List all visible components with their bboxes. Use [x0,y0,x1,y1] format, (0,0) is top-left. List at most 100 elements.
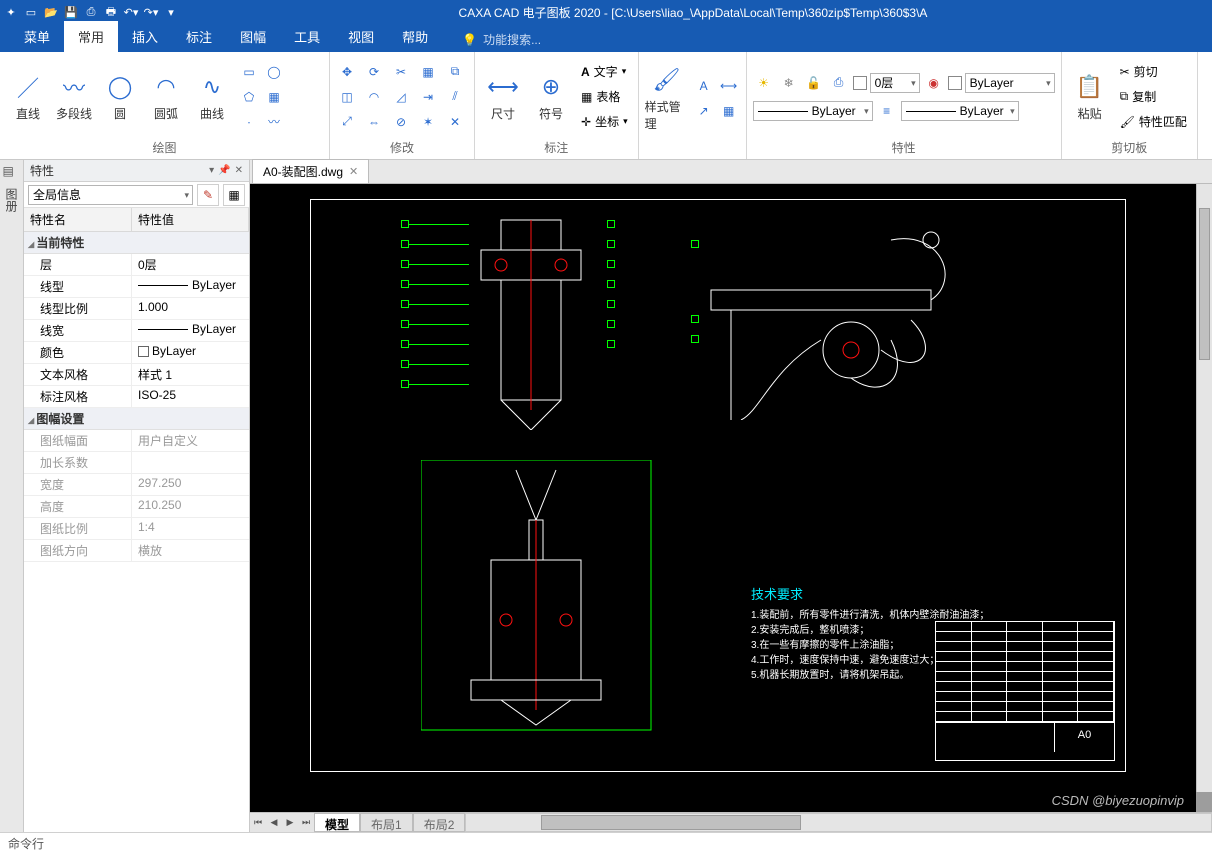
prop-row[interactable]: 线型ByLayer [24,276,249,298]
array-icon[interactable]: ▦ [417,61,439,83]
selection-combo[interactable]: 全局信息 [28,185,193,205]
vscroll-thumb[interactable] [1199,208,1210,360]
save-icon[interactable]: 💾 [64,5,78,19]
qat-more-icon[interactable]: ▾ [164,5,178,19]
dimension-button[interactable]: ⟷尺寸 [481,61,525,133]
draw-多段线[interactable]: 〰多段线 [52,61,96,133]
menu-插入[interactable]: 插入 [118,21,172,52]
prop-row[interactable]: 文本风格样式 1 [24,364,249,386]
offset-icon[interactable]: ⫽ [444,86,466,108]
app-icon[interactable]: ✦ [4,5,18,19]
cut-button[interactable]: ✂剪切 [1116,61,1191,82]
copy-button[interactable]: ⧉复制 [1116,86,1191,107]
layer-props-icon[interactable]: ◉ [923,72,945,94]
section-current[interactable]: 当前特性 [24,232,249,254]
layer-color-swatch[interactable] [853,76,867,90]
copy-icon[interactable]: ⧉ [444,61,466,83]
draw-圆[interactable]: ◯圆 [98,61,142,133]
model-tab-模型[interactable]: 模型 [314,813,360,832]
layer-combo[interactable]: 0层 [870,73,920,93]
dimstyle-icon[interactable]: ⟷ [718,75,740,97]
drawing-canvas[interactable]: 技术要求 1.装配前，所有零件进行清洗，机体内壁涂耐油油漆；2.安装完成后，整机… [250,184,1196,812]
filter-button[interactable]: ▦ [223,184,245,206]
menu-菜单[interactable]: 菜单 [10,21,64,52]
function-search[interactable]: 💡 功能搜索... [462,31,541,52]
library-icon[interactable]: ▤ [3,164,21,182]
prop-row[interactable]: 线宽ByLayer [24,320,249,342]
quick-select-button[interactable]: ✎ [197,184,219,206]
symbol-button[interactable]: ⊕符号 [529,61,573,133]
paste-button[interactable]: 📋粘贴 [1068,61,1112,133]
fillet-icon[interactable]: ◠ [363,86,385,108]
tab-nav-last[interactable]: ⏭ [298,813,314,832]
color-swatch[interactable] [948,76,962,90]
layer-sun-icon[interactable]: ☀ [753,72,775,94]
vertical-scrollbar[interactable] [1196,184,1212,792]
textstyle-icon[interactable]: A [693,75,715,97]
menu-图幅[interactable]: 图幅 [226,21,280,52]
print-icon[interactable]: 🖶 [104,5,118,19]
table-button[interactable]: ▦表格 [577,86,632,107]
new-icon[interactable]: ▭ [24,5,38,19]
tab-nav-first[interactable]: ⏮ [250,813,266,832]
match-props-button[interactable]: 🖌特性匹配 [1116,111,1191,132]
prop-row[interactable]: 层0层 [24,254,249,276]
coord-button[interactable]: ✛坐标▾ [577,111,632,132]
lineweight-combo[interactable]: ByLayer [901,101,1019,121]
color-combo[interactable]: ByLayer [965,73,1055,93]
tab-nav-prev[interactable]: ◀ [266,813,282,832]
model-tab-布局2[interactable]: 布局2 [413,813,466,832]
redo-icon[interactable]: ↷▾ [144,5,158,19]
trim-icon[interactable]: ✂ [390,61,412,83]
erase-icon[interactable]: ✕ [444,111,466,133]
model-tab-布局1[interactable]: 布局1 [360,813,413,832]
layer-lock-icon[interactable]: 🔓 [803,72,825,94]
prop-row[interactable]: 图纸幅面用户自定义 [24,430,249,452]
menu-帮助[interactable]: 帮助 [388,21,442,52]
prop-row[interactable]: 加长系数 [24,452,249,474]
draw-直线[interactable]: ／直线 [6,61,50,133]
panel-menu-icon[interactable]: ▾ [209,165,214,176]
polygon-icon[interactable]: ⬠ [238,86,260,108]
tablestyle-icon[interactable]: ▦ [718,100,740,122]
tab-nav-next[interactable]: ▶ [282,813,298,832]
open-icon[interactable]: 📂 [44,5,58,19]
spline-icon[interactable]: 〰 [263,111,285,133]
mirror-icon[interactable]: ◫ [336,86,358,108]
prop-row[interactable]: 图纸方向横放 [24,540,249,562]
point-icon[interactable]: ∙ [238,111,260,133]
tab-close-icon[interactable]: ✕ [349,165,358,178]
undo-icon[interactable]: ↶▾ [124,5,138,19]
move-icon[interactable]: ✥ [336,61,358,83]
extend-icon[interactable]: ⇥ [417,86,439,108]
layer-print-icon[interactable]: ⎙ [828,72,850,94]
rect-icon[interactable]: ▭ [238,61,260,83]
linetype-combo[interactable]: ByLayer [753,101,873,121]
side-strip-label[interactable]: 图册 [3,188,20,212]
prop-row[interactable]: 线型比例1.000 [24,298,249,320]
prop-row[interactable]: 高度210.250 [24,496,249,518]
scale-icon[interactable]: ⤢ [336,111,358,133]
stretch-icon[interactable]: ⇔ [363,111,385,133]
menu-工具[interactable]: 工具 [280,21,334,52]
leaderstyle-icon[interactable]: ↗ [693,100,715,122]
style-manager-button[interactable]: 🖌样式管理 [645,62,689,134]
draw-圆弧[interactable]: ◠圆弧 [144,61,188,133]
section-sheet[interactable]: 图幅设置 [24,408,249,430]
layer-freeze-icon[interactable]: ❄ [778,72,800,94]
panel-pin-icon[interactable]: 📌 [218,165,230,176]
rotate-icon[interactable]: ⟳ [363,61,385,83]
prop-row[interactable]: 标注风格ISO-25 [24,386,249,408]
break-icon[interactable]: ⊘ [390,111,412,133]
prop-row[interactable]: 宽度297.250 [24,474,249,496]
hscroll-thumb[interactable] [541,815,802,830]
horizontal-scrollbar[interactable] [465,813,1212,832]
prop-row[interactable]: 颜色ByLayer [24,342,249,364]
menu-视图[interactable]: 视图 [334,21,388,52]
chamfer-icon[interactable]: ◿ [390,86,412,108]
explode-icon[interactable]: ✶ [417,111,439,133]
text-button[interactable]: A文字▾ [577,61,632,82]
hatch-icon[interactable]: ▦ [263,86,285,108]
panel-close-icon[interactable]: ✕ [235,165,243,176]
ellipse-icon[interactable]: ◯ [263,61,285,83]
